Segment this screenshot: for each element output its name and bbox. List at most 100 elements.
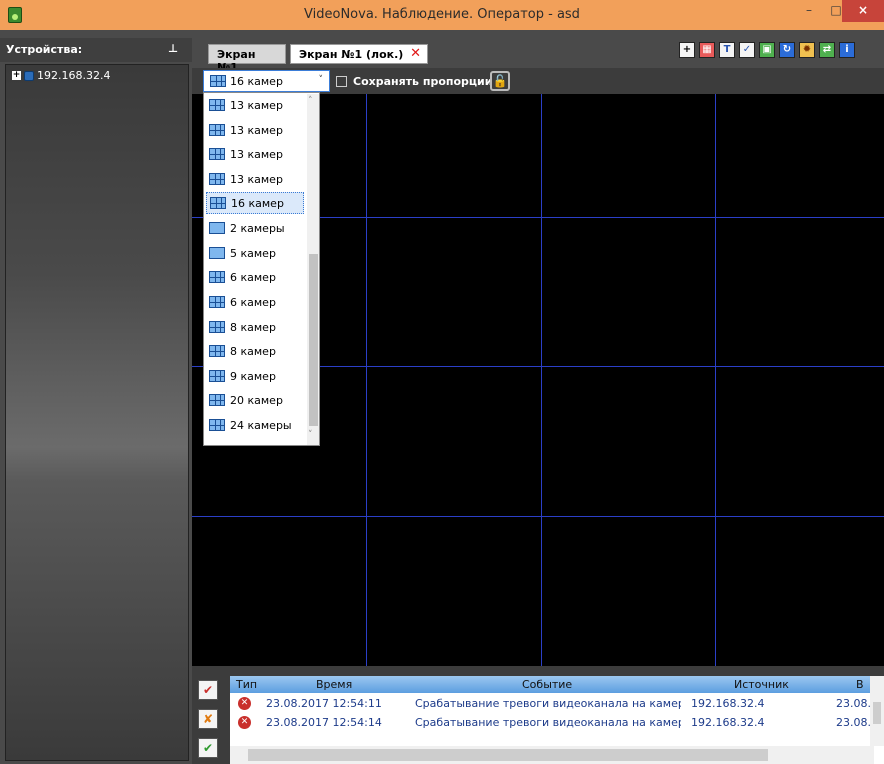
scrollbar-thumb[interactable]: [248, 749, 768, 761]
vertical-scrollbar[interactable]: [870, 676, 884, 746]
layout-option-label: 13 камер: [230, 147, 283, 161]
refresh-icon[interactable]: ↻: [779, 42, 795, 58]
event-text: Срабатывание тревоги видеоканала на каме…: [415, 697, 681, 710]
info-icon[interactable]: i: [839, 42, 855, 58]
add-icon[interactable]: +: [679, 42, 695, 58]
layout-option-label: 20 камер: [230, 393, 283, 407]
grid-layout-icon: [209, 124, 225, 136]
event-table: Тип Время Событие Источник В ✕ 23.08.201…: [230, 676, 884, 764]
lock-button[interactable]: 🔓: [490, 71, 510, 91]
tree-item-label: 192.168.32.4: [37, 69, 111, 82]
layout-option[interactable]: 5 камер: [206, 242, 304, 264]
accept-all-icon[interactable]: ✔: [198, 738, 218, 758]
grid-layout-icon: [209, 370, 225, 382]
event-table-header: Тип Время Событие Источник В: [230, 676, 884, 693]
event-text: Срабатывание тревоги видеоканала на каме…: [415, 716, 681, 729]
layout-option-label: 9 камер: [230, 369, 276, 383]
scroll-up-icon[interactable]: ˄: [308, 96, 313, 106]
layout-option[interactable]: 2 камеры: [206, 217, 304, 239]
layout-option[interactable]: 13 камер: [206, 143, 304, 165]
tool-icon[interactable]: ✓: [739, 42, 755, 58]
event-extra: 23.08.2: [836, 716, 870, 729]
grid-layout-icon: [209, 222, 225, 234]
grid-layout-icon: [209, 345, 225, 357]
column-event[interactable]: Событие: [522, 678, 572, 691]
layout-select[interactable]: 16 камер ˅: [203, 70, 330, 92]
clear-events-icon[interactable]: ✘: [198, 709, 218, 729]
text-icon[interactable]: T: [719, 42, 735, 58]
layout-option-label: 5 камер: [230, 246, 276, 260]
event-source: 192.168.32.4: [691, 697, 765, 710]
toolbar: + ▦ T ✓ ▣ ↻ ✹ ⇄ i: [679, 42, 855, 60]
tree-item-device[interactable]: + 192.168.32.4: [12, 69, 110, 82]
layout-option-label: 13 камер: [230, 123, 283, 137]
grid-line: [715, 94, 716, 666]
layout-option[interactable]: 24 камеры: [206, 414, 304, 436]
grid-layout-icon: [209, 419, 225, 431]
event-source: 192.168.32.4: [691, 716, 765, 729]
layout-option-label: 13 камер: [230, 172, 283, 186]
layout-option[interactable]: 6 камер: [206, 266, 304, 288]
camera-icon: [24, 70, 34, 81]
expand-icon[interactable]: +: [12, 71, 21, 80]
layout-icon[interactable]: ▦: [699, 42, 715, 58]
column-type[interactable]: Тип: [236, 678, 257, 691]
close-button[interactable]: ×: [842, 0, 884, 22]
layout-option[interactable]: 8 камер: [206, 340, 304, 362]
tab-close-icon[interactable]: ✕: [410, 46, 421, 61]
layout-dropdown-list: 13 камер 13 камер 13 камер 13 камер 16 к…: [203, 92, 320, 446]
layout-option-label: 24 камеры: [230, 418, 292, 432]
keep-proportions-label: Сохранять пропорции: [353, 75, 493, 88]
grid-layout-icon: [209, 247, 225, 259]
devices-panel-header: Устройства:: [0, 38, 192, 62]
dropdown-scrollbar[interactable]: ˄ ˅: [307, 94, 319, 445]
minimize-button[interactable]: –: [795, 0, 823, 22]
grid-layout-icon: [209, 99, 225, 111]
layout-option[interactable]: 8 камер: [206, 316, 304, 338]
column-extra[interactable]: В: [856, 678, 864, 691]
event-time: 23.08.2017 12:54:11: [266, 697, 382, 710]
grid-layout-icon: [210, 75, 226, 87]
column-time[interactable]: Время: [316, 678, 352, 691]
layout-select-value: 16 камер: [230, 74, 283, 88]
layout-option[interactable]: 13 камер: [206, 94, 304, 116]
layout-option-label: 8 камер: [230, 320, 276, 334]
grid-line: [541, 94, 542, 666]
horizontal-scrollbar[interactable]: [230, 746, 874, 764]
pin-icon[interactable]: ⊥: [168, 42, 180, 56]
table-row[interactable]: ✕ 23.08.2017 12:54:14 Срабатывание трево…: [230, 714, 884, 732]
acknowledge-icon[interactable]: ✔: [198, 680, 218, 700]
grid-layout-icon: [209, 394, 225, 406]
event-time: 23.08.2017 12:54:14: [266, 716, 382, 729]
tab-screen-1[interactable]: Экран №1: [208, 44, 286, 74]
layout-option[interactable]: 6 камер: [206, 291, 304, 313]
layout-option-label: 8 камер: [230, 344, 276, 358]
layout-option-label: 16 камер: [231, 196, 284, 210]
scrollbar-thumb[interactable]: [309, 254, 318, 426]
devices-tree: + 192.168.32.4: [5, 64, 189, 761]
layout-option[interactable]: 13 камер: [206, 168, 304, 190]
keep-proportions-toggle[interactable]: Сохранять пропорции: [336, 75, 492, 88]
tab-label: Экран №1 (лок.): [299, 48, 404, 61]
switch-icon[interactable]: ⇄: [819, 42, 835, 58]
video-icon[interactable]: ▣: [759, 42, 775, 58]
layout-option[interactable]: 13 камер: [206, 119, 304, 141]
title-bar: VideoNova. Наблюдение. Оператор - asd – …: [0, 0, 884, 30]
scrollbar-thumb[interactable]: [873, 702, 881, 724]
column-source[interactable]: Источник: [734, 678, 789, 691]
grid-line: [366, 94, 367, 666]
grid-layout-icon: [210, 197, 226, 209]
window-title: VideoNova. Наблюдение. Оператор - asd: [304, 7, 580, 22]
chevron-down-icon: ˅: [318, 75, 324, 85]
tab-screen-1-local[interactable]: Экран №1 (лок.) ✕: [290, 44, 428, 64]
scroll-down-icon[interactable]: ˅: [308, 430, 313, 440]
layout-option[interactable]: 20 камер: [206, 389, 304, 411]
keep-proportions-checkbox[interactable]: [336, 76, 347, 87]
layout-option[interactable]: 9 камер: [206, 365, 304, 387]
settings-icon[interactable]: ✹: [799, 42, 815, 58]
grid-layout-icon: [209, 296, 225, 308]
layout-option-selected[interactable]: 16 камер: [206, 192, 304, 214]
error-icon: ✕: [238, 697, 251, 710]
grid-layout-icon: [209, 173, 225, 185]
table-row[interactable]: ✕ 23.08.2017 12:54:11 Срабатывание трево…: [230, 695, 884, 713]
